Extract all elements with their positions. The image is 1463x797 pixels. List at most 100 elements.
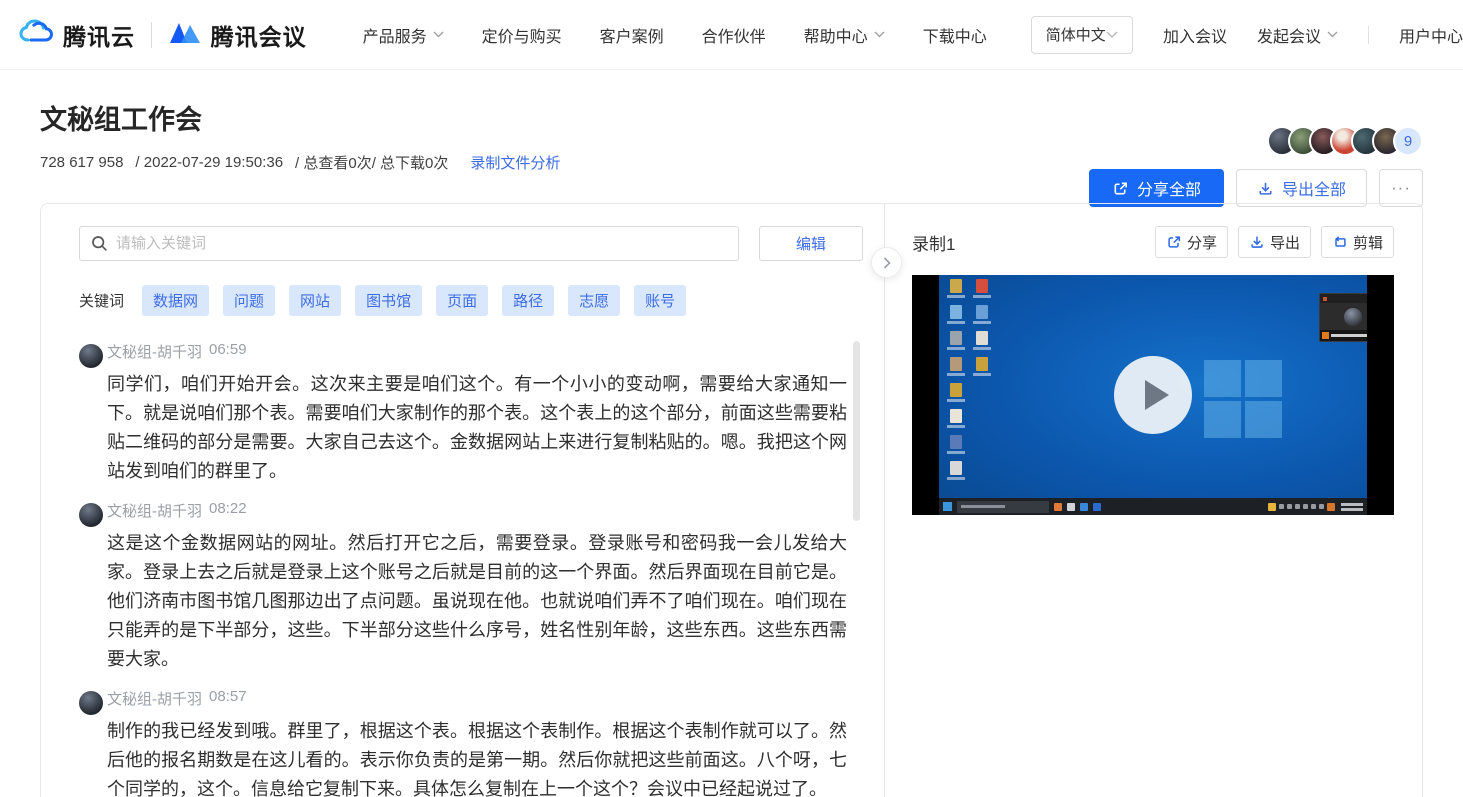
desktop-icon	[947, 409, 965, 428]
tencent-cloud-logo[interactable]: 腾讯云	[18, 18, 135, 52]
export-button[interactable]: 导出	[1238, 226, 1311, 258]
tencent-meeting-logo[interactable]: 腾讯会议	[168, 18, 307, 52]
desktop-icon-column	[947, 279, 965, 480]
keyword-tag[interactable]: 页面	[436, 285, 488, 316]
speaker-name: 文秘组-胡千羽	[107, 341, 202, 362]
chevron-right-icon	[883, 257, 891, 269]
nav-item-partners[interactable]: 合作伙伴	[702, 23, 766, 47]
desktop-icon	[947, 305, 965, 324]
message-time: 06:59	[209, 341, 247, 362]
analysis-link[interactable]: 录制文件分析	[470, 152, 560, 173]
search-icon	[91, 235, 108, 252]
transcript-panel: 编辑 关键词 数据网 问题 网站 图书馆 页面 路径 志愿 账号 文秘组-胡千羽…	[41, 204, 885, 797]
message: 文秘组-胡千羽 06:59 同学们，咱们开始开会。这次来主要是咱们这个。有一个小…	[79, 341, 847, 486]
nav-item-pricing[interactable]: 定价与购买	[482, 23, 562, 47]
search-field	[79, 226, 739, 261]
nav-actions: 加入会议 发起会议 用户中心	[1163, 23, 1463, 47]
avatar-stack[interactable]: 9	[1267, 126, 1423, 156]
play-icon	[1145, 380, 1169, 410]
download-icon	[1257, 180, 1274, 197]
chevron-down-icon	[874, 31, 885, 38]
message-time: 08:57	[209, 688, 247, 709]
message-text[interactable]: 这是这个金数据网站的网址。然后打开它之后，需要登录。登录账号和密码我一会儿发给大…	[107, 529, 847, 674]
main-card: 编辑 关键词 数据网 问题 网站 图书馆 页面 路径 志愿 账号 文秘组-胡千羽…	[40, 203, 1423, 797]
cloud-icon	[18, 18, 54, 51]
message-time: 08:22	[209, 500, 247, 521]
desktop-icon	[973, 357, 991, 376]
taskbar-icon	[1093, 503, 1101, 511]
meeting-icon	[168, 19, 202, 50]
tray-icon	[1327, 503, 1335, 511]
message: 文秘组-胡千羽 08:22 这是这个金数据网站的网址。然后打开它之后，需要登录。…	[79, 500, 847, 674]
windows-logo	[1204, 360, 1282, 438]
tray-icon	[1268, 503, 1276, 511]
more-button[interactable]: ···	[1379, 169, 1423, 207]
scrollbar-thumb[interactable]	[853, 341, 860, 521]
pip-avatar	[1344, 308, 1362, 326]
nav-item-help[interactable]: 帮助中心	[804, 23, 885, 47]
top-nav: 腾讯云 腾讯会议 产品服务 定价与购买 客户案例 合作伙伴 帮助中心 下载中心 …	[0, 0, 1463, 70]
start-meeting-link[interactable]: 发起会议	[1257, 23, 1338, 47]
start-button-icon	[943, 502, 952, 511]
export-all-button[interactable]: 导出全部	[1236, 169, 1367, 207]
desktop-icon	[947, 435, 965, 454]
keyword-tag[interactable]: 数据网	[142, 285, 209, 316]
user-center-link[interactable]: 用户中心	[1399, 23, 1463, 47]
nav-menu: 产品服务 定价与购买 客户案例 合作伙伴 帮助中心 下载中心	[363, 23, 987, 47]
keyword-tag[interactable]: 路径	[502, 285, 554, 316]
nav-item-products[interactable]: 产品服务	[363, 23, 444, 47]
desktop-icon	[973, 305, 991, 324]
desktop-icon	[947, 357, 965, 376]
taskbar-icon	[1054, 503, 1062, 511]
keyword-tag[interactable]: 图书馆	[355, 285, 422, 316]
keyword-tag[interactable]: 问题	[223, 285, 275, 316]
page-header: 文秘组工作会 728 617 958 / 2022-07-29 19:50:36…	[0, 98, 1463, 173]
taskbar	[939, 498, 1367, 515]
speaker-name: 文秘组-胡千羽	[107, 688, 202, 709]
keyword-tag[interactable]: 账号	[634, 285, 686, 316]
chevron-down-icon	[1327, 31, 1338, 38]
search-input[interactable]	[79, 226, 739, 261]
share-button[interactable]: 分享	[1155, 226, 1228, 258]
speaker-avatar	[79, 503, 103, 527]
share-all-button[interactable]: 分享全部	[1089, 169, 1224, 207]
taskbar-clock	[1341, 503, 1363, 511]
share-icon	[1166, 234, 1182, 250]
message-text[interactable]: 制作的我已经发到哦。群里了，根据这个表。根据这个表制作。根据这个表制作就可以了。…	[107, 717, 847, 797]
keywords-label: 关键词	[79, 290, 124, 311]
speaker-avatar	[79, 691, 103, 715]
desktop-icon	[947, 331, 965, 350]
desktop-icon-column	[973, 279, 991, 376]
collapse-panel-button[interactable]	[871, 247, 902, 278]
chevron-down-icon	[433, 31, 444, 38]
nav-item-downloads[interactable]: 下载中心	[923, 23, 987, 47]
speaker-avatar	[79, 344, 103, 368]
speaker-name: 文秘组-胡千羽	[107, 500, 202, 521]
message-text[interactable]: 同学们，咱们开始开会。这次来主要是咱们这个。有一个小小的变动啊，需要给大家通知一…	[107, 370, 847, 486]
keyword-tag[interactable]: 网站	[289, 285, 341, 316]
recording-title: 录制1	[912, 230, 955, 255]
desktop-icon	[947, 383, 965, 402]
desktop-icon	[973, 331, 991, 350]
taskbar-icon	[1067, 503, 1075, 511]
nav-item-customers[interactable]: 客户案例	[600, 23, 664, 47]
clip-icon	[1332, 234, 1348, 250]
participant-count-badge[interactable]: 9	[1393, 126, 1423, 156]
meeting-id: 728 617 958	[40, 154, 123, 171]
taskbar-icon	[1080, 503, 1088, 511]
chevron-down-icon	[1106, 31, 1118, 39]
meeting-datetime: / 2022-07-29 19:50:36	[135, 154, 283, 171]
keyword-tag[interactable]: 志愿	[568, 285, 620, 316]
taskbar-search	[957, 501, 1049, 513]
desktop-icon	[947, 461, 965, 480]
nav-divider	[1368, 26, 1369, 44]
video-player[interactable]	[912, 275, 1394, 515]
message-list: 文秘组-胡千羽 06:59 同学们，咱们开始开会。这次来主要是咱们这个。有一个小…	[79, 341, 847, 797]
clip-button[interactable]: 剪辑	[1321, 226, 1394, 258]
ellipsis-icon: ···	[1391, 178, 1411, 198]
share-icon	[1112, 180, 1129, 197]
play-button[interactable]	[1114, 356, 1192, 434]
join-meeting-link[interactable]: 加入会议	[1163, 23, 1227, 47]
edit-button[interactable]: 编辑	[759, 226, 863, 261]
language-select[interactable]: 简体中文	[1031, 16, 1133, 54]
